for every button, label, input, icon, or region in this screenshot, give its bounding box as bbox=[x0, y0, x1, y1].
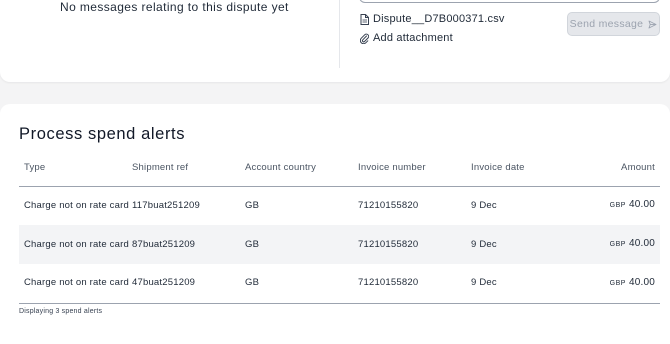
cell-account-country: GB bbox=[245, 238, 260, 250]
cell-invoice-number: 71210155820 bbox=[358, 199, 419, 211]
cell-account-country: GB bbox=[245, 264, 358, 304]
add-attachment-button[interactable]: Add attachment bbox=[360, 31, 453, 45]
empty-messages-text: No messages relating to this dispute yet bbox=[60, 0, 289, 14]
table-row[interactable]: Charge not on rate card 87buat251209 GB … bbox=[19, 225, 660, 264]
send-message-button[interactable]: Send message bbox=[567, 12, 660, 36]
section-title: Process spend alerts bbox=[19, 125, 186, 143]
column-header-amount[interactable]: Amount bbox=[561, 150, 660, 187]
dispute-messages-card: No messages relating to this dispute yet… bbox=[0, 0, 670, 82]
cell-type: Charge not on rate card bbox=[19, 264, 132, 304]
cell-invoice-date: 9 Dec bbox=[471, 238, 497, 250]
column-header-account-country[interactable]: Account country bbox=[245, 150, 358, 187]
file-icon bbox=[360, 13, 369, 25]
cell-amount: GBP 40.00 bbox=[561, 225, 660, 264]
table-header-row: Type Shipment ref Account country Invoic… bbox=[19, 150, 660, 187]
cell-invoice-date: 9 Dec bbox=[471, 199, 497, 211]
attached-file-name: Dispute__D7B000371.csv bbox=[373, 13, 505, 25]
send-icon bbox=[648, 20, 657, 29]
currency-code: GBP bbox=[609, 241, 626, 248]
cell-shipment-ref: 87buat251209 bbox=[132, 238, 196, 250]
amount-value: 40.00 bbox=[628, 276, 655, 288]
amount-value: 40.00 bbox=[628, 238, 655, 249]
results-count: Displaying 3 spend alerts bbox=[19, 308, 103, 315]
cell-invoice-date: 9 Dec bbox=[471, 264, 561, 304]
cell-account-country: GB bbox=[245, 199, 260, 211]
add-attachment-label: Add attachment bbox=[373, 32, 453, 44]
cell-invoice-number: 71210155820 bbox=[358, 264, 471, 304]
table-row[interactable]: Charge not on rate card 47buat251209 GB … bbox=[19, 264, 660, 304]
panel-divider bbox=[339, 0, 340, 68]
cell-type: Charge not on rate card bbox=[24, 238, 129, 250]
amount-value: 40.00 bbox=[628, 199, 655, 211]
cell-amount: GBP 40.00 bbox=[561, 264, 660, 304]
cell-amount: GBP 40.00 bbox=[561, 186, 660, 225]
spend-alerts-card: Process spend alerts Type Shipment ref A… bbox=[0, 104, 670, 344]
cell-type: Charge not on rate card bbox=[24, 199, 129, 211]
table-row[interactable]: Charge not on rate card 117buat251209 GB… bbox=[19, 186, 660, 225]
send-message-label: Send message bbox=[569, 18, 644, 30]
cell-shipment-ref: 117buat251209 bbox=[132, 199, 200, 211]
message-textarea[interactable] bbox=[359, 0, 660, 3]
column-header-invoice-date[interactable]: Invoice date bbox=[471, 150, 561, 187]
spend-alerts-table: Type Shipment ref Account country Invoic… bbox=[19, 150, 660, 304]
column-header-type[interactable]: Type bbox=[19, 150, 132, 187]
currency-code: GBP bbox=[609, 202, 626, 210]
cell-shipment-ref: 47buat251209 bbox=[132, 264, 245, 304]
cell-invoice-number: 71210155820 bbox=[358, 238, 419, 250]
attached-file[interactable]: Dispute__D7B000371.csv bbox=[360, 12, 505, 26]
column-header-invoice-number[interactable]: Invoice number bbox=[358, 150, 471, 187]
column-header-shipment-ref[interactable]: Shipment ref bbox=[132, 150, 245, 187]
paperclip-icon bbox=[360, 33, 369, 44]
currency-code: GBP bbox=[609, 279, 626, 287]
